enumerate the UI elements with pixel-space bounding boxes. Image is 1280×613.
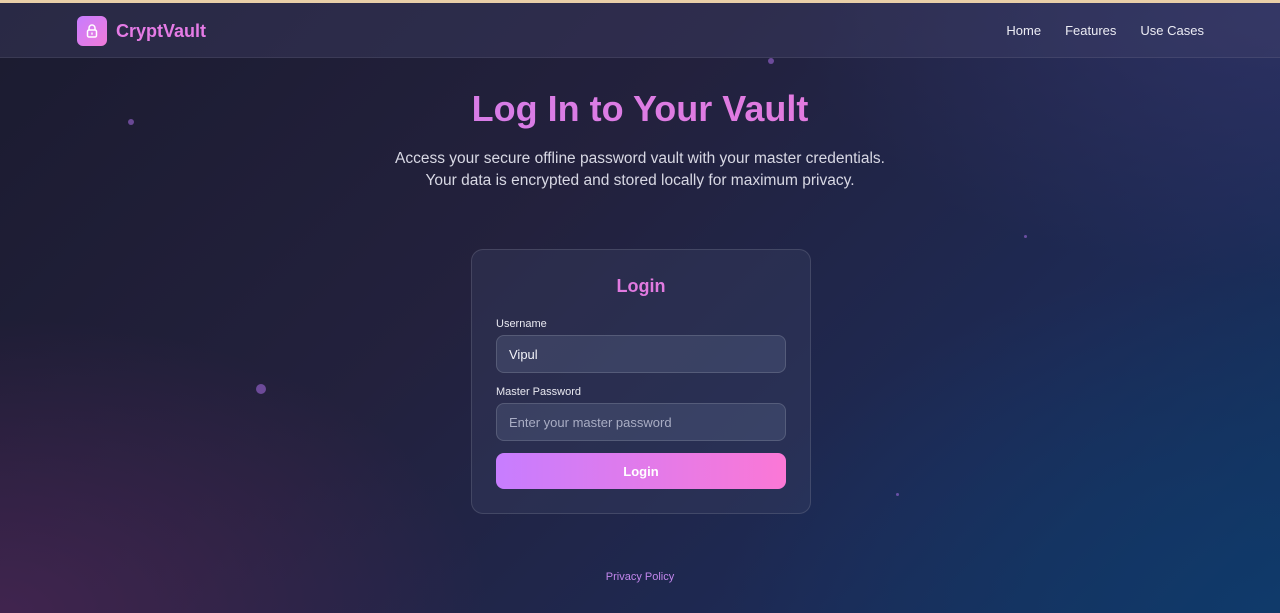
page-subtitle: Access your secure offline password vaul…: [395, 150, 885, 189]
login-button[interactable]: Login: [496, 453, 786, 489]
nav-link-use-cases[interactable]: Use Cases: [1140, 23, 1204, 38]
username-label: Username: [496, 318, 547, 330]
decorative-particle: [896, 493, 899, 496]
decorative-particle: [256, 384, 266, 394]
nav-link-features[interactable]: Features: [1065, 23, 1116, 38]
page-title: Log In to Your Vault: [0, 88, 1280, 130]
brand-name: CryptVault: [116, 20, 207, 41]
navbar: CryptVault Home Features Use Cases: [0, 3, 1280, 58]
decorative-particle: [768, 58, 774, 64]
nav-links: Home Features Use Cases: [982, 3, 1204, 58]
login-card: Login Username Master Password Login: [471, 249, 811, 514]
lock-icon: [77, 16, 107, 46]
decorative-particle: [1024, 235, 1027, 238]
brand[interactable]: CryptVault: [77, 16, 206, 46]
master-password-label: Master Password: [496, 386, 581, 398]
login-card-title: Login: [616, 276, 666, 296]
privacy-policy-link[interactable]: Privacy Policy: [0, 571, 1280, 583]
nav-link-home[interactable]: Home: [1006, 23, 1041, 38]
master-password-input[interactable]: [496, 403, 786, 441]
username-input[interactable]: [496, 335, 786, 373]
